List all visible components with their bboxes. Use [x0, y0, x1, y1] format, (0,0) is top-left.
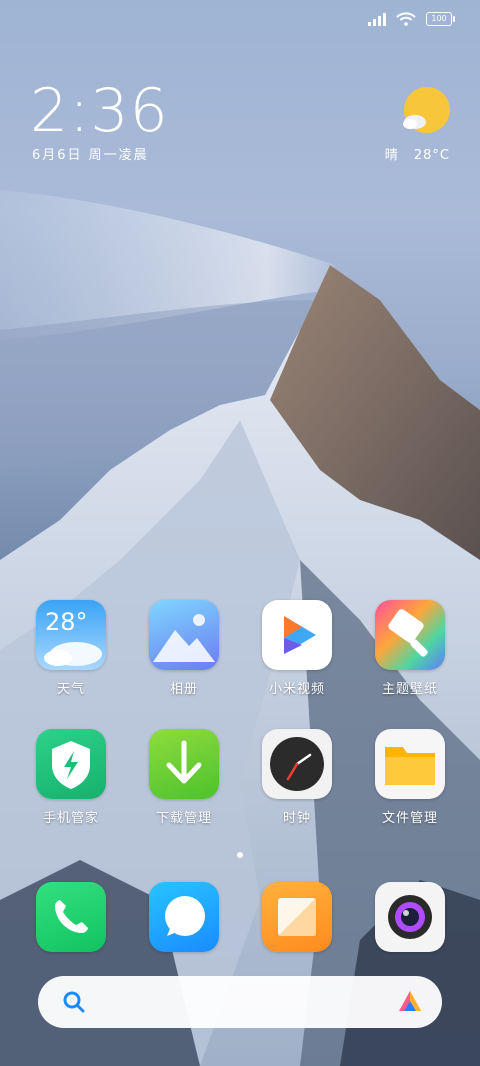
dock-notes[interactable] [252, 882, 342, 952]
assistant-icon[interactable] [396, 988, 424, 1016]
weather-condition: 晴 [384, 148, 399, 163]
weather-widget-text: 晴 28°C [385, 144, 450, 163]
download-arrow-icon [149, 729, 219, 799]
search-bar[interactable] [38, 976, 442, 1028]
weather-app-icon: 28° [36, 600, 106, 670]
app-label: 相册 [169, 682, 198, 697]
search-icon[interactable] [62, 990, 86, 1014]
app-label: 小米视频 [268, 682, 325, 697]
shield-icon [36, 729, 106, 799]
phone-icon [36, 882, 106, 952]
app-file-manager[interactable]: 文件管理 [365, 729, 455, 826]
status-bar: 100 [368, 12, 455, 26]
message-bubble-icon [149, 882, 219, 952]
app-downloads[interactable]: 下载管理 [139, 729, 229, 826]
gallery-icon [149, 600, 219, 670]
dock-phone[interactable] [26, 882, 116, 952]
app-mi-video[interactable]: 小米视频 [252, 600, 342, 697]
app-label: 时钟 [282, 811, 311, 826]
app-themes[interactable]: 主题壁纸 [365, 600, 455, 697]
app-label: 手机管家 [42, 811, 99, 826]
app-weather[interactable]: 28° 天气 [26, 600, 116, 697]
app-label: 文件管理 [381, 811, 438, 826]
dock-messages[interactable] [139, 882, 229, 952]
clock-date: 6月6日 周一凌晨 [32, 148, 149, 163]
video-play-icon [262, 600, 332, 670]
folder-icon [375, 729, 445, 799]
app-label: 下载管理 [155, 811, 212, 826]
note-icon [262, 882, 332, 952]
app-gallery[interactable]: 相册 [139, 600, 229, 697]
clock-icon [262, 729, 332, 799]
camera-icon [375, 882, 445, 952]
app-label: 主题壁纸 [381, 682, 438, 697]
app-security[interactable]: 手机管家 [26, 729, 116, 826]
page-indicator[interactable] [237, 852, 243, 858]
signal-icon [368, 12, 386, 26]
battery-indicator: 100 [426, 12, 455, 26]
weather-temp: 28°C [413, 148, 450, 163]
dock-camera[interactable] [365, 882, 455, 952]
clock-time[interactable]: 2:36 [30, 78, 169, 144]
paintbrush-icon [375, 600, 445, 670]
app-label: 天气 [56, 682, 85, 697]
sun-cloud-icon[interactable] [400, 86, 450, 136]
wifi-icon [396, 12, 416, 26]
app-clock[interactable]: 时钟 [252, 729, 342, 826]
